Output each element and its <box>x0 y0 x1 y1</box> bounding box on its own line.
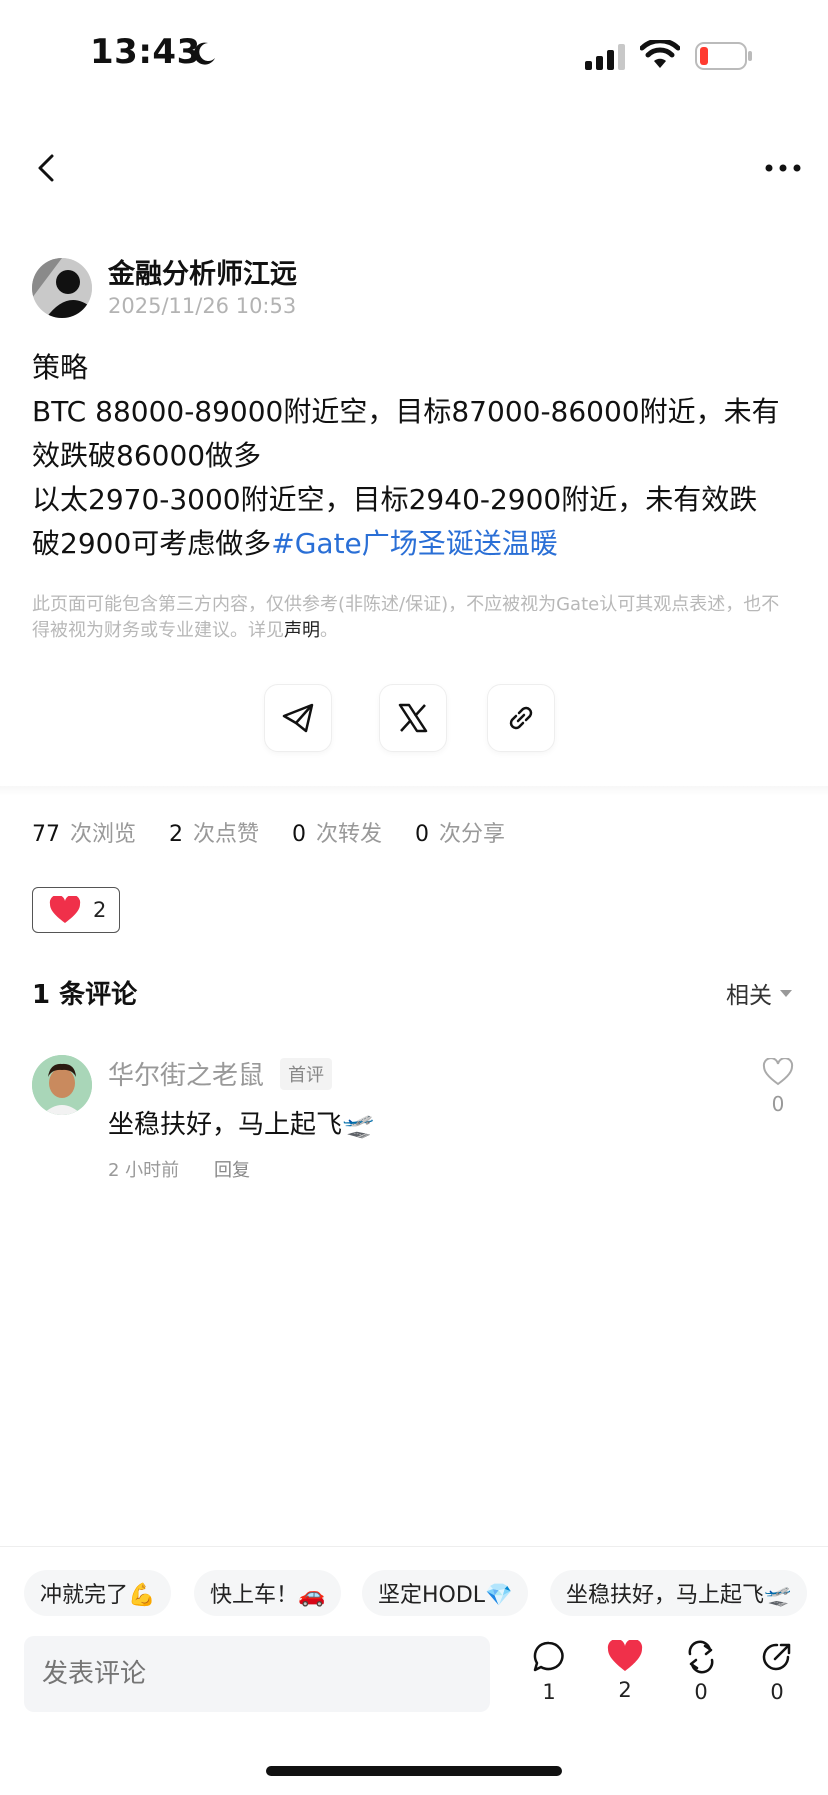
stat-likes-num: 2 <box>169 822 184 847</box>
stat-reposts-num: 0 <box>292 822 307 847</box>
post-time: 2025/11/26 10:53 <box>108 294 297 318</box>
comment-action-button[interactable]: 1 <box>522 1640 576 1704</box>
wifi-icon <box>640 40 680 68</box>
heart-icon <box>49 896 81 923</box>
quick-reply-chip[interactable]: 坚定HODL💎 <box>362 1570 529 1616</box>
content-line-last: 破2900可考虑做多#Gate广场圣诞送温暖 <box>32 522 792 566</box>
heart-icon <box>607 1640 643 1671</box>
section-divider <box>0 786 828 796</box>
share-telegram-button[interactable] <box>264 684 332 752</box>
stat-reposts-label: 次转发 <box>316 822 383 847</box>
stat-likes: 2 次点赞 <box>169 822 259 847</box>
moon-icon <box>193 42 215 65</box>
back-button[interactable] <box>32 148 64 188</box>
comment-like-count: 0 <box>771 1092 785 1116</box>
stat-shares-num: 0 <box>415 822 430 847</box>
share-action-button[interactable]: 0 <box>750 1640 804 1704</box>
disclaimer-link[interactable]: 声明 <box>284 620 320 641</box>
share-icon <box>762 1643 791 1671</box>
stat-views: 77 次浏览 <box>32 822 136 847</box>
reply-button[interactable]: 回复 <box>214 1156 250 1182</box>
content-line: 效跌破86000做多 <box>32 439 262 472</box>
commenter-name[interactable]: 华尔街之老鼠 <box>108 1055 264 1092</box>
sort-label: 相关 <box>726 983 772 1009</box>
author-avatar[interactable] <box>32 258 92 318</box>
content-line: BTC 88000-89000附近空，目标87000-86000附近，未有 <box>32 395 780 428</box>
post-stats: 77 次浏览 2 次点赞 0 次转发 0 次分享 <box>32 816 531 848</box>
stat-reposts: 0 次转发 <box>292 822 382 847</box>
disclaimer-end: 。 <box>320 620 338 641</box>
quick-reply-chip[interactable]: 冲就完了💪 <box>24 1570 172 1616</box>
content-line-text: 破2900可考虑做多 <box>32 527 272 560</box>
link-icon <box>509 706 533 730</box>
status-time: 13:43 <box>90 32 201 72</box>
comment-input[interactable] <box>24 1636 490 1712</box>
commenter-avatar[interactable] <box>32 1055 92 1115</box>
stat-views-num: 77 <box>32 822 60 847</box>
comment-like-icon[interactable] <box>762 1058 794 1086</box>
more-options-icon[interactable] <box>762 152 804 184</box>
comments-title: 1 条评论 <box>32 980 138 1010</box>
quick-reply-chip[interactable]: 快上车！🚗 <box>194 1570 342 1616</box>
comment-time: 2 小时前 <box>108 1160 180 1181</box>
stat-views-label: 次浏览 <box>70 822 137 847</box>
home-indicator <box>266 1766 562 1776</box>
signal-icon <box>585 44 625 70</box>
stat-shares: 0 次分享 <box>415 822 505 847</box>
copy-link-button[interactable] <box>487 684 555 752</box>
content-line: 以太2970-3000附近空，目标2940-2900附近，未有效跌 <box>32 483 758 516</box>
like-reaction-count: 2 <box>93 898 107 922</box>
caret-down-icon <box>780 989 792 997</box>
content-line: 策略 <box>32 351 89 384</box>
repost-icon <box>688 1640 714 1674</box>
post-content: 策略 BTC 88000-89000附近空，目标87000-86000附近，未有… <box>32 346 792 566</box>
like-count: 2 <box>618 1678 632 1702</box>
status-bar: 13:43 <box>0 0 828 110</box>
stat-shares-label: 次分享 <box>439 822 506 847</box>
comment-icon <box>533 1641 564 1672</box>
disclaimer: 此页面可能包含第三方内容，仅供参考(非陈述/保证)，不应被视为Gate认可其观点… <box>32 592 782 644</box>
battery-icon <box>695 42 752 70</box>
author-name[interactable]: 金融分析师江远 <box>108 252 297 291</box>
hashtag-link[interactable]: #Gate广场圣诞送温暖 <box>271 527 558 560</box>
like-reaction-button[interactable]: 2 <box>32 887 120 933</box>
comment-text: 坐稳扶好，马上起飞🛫 <box>108 1110 375 1140</box>
bottom-divider <box>0 1546 828 1547</box>
share-count: 0 <box>770 1680 784 1704</box>
repost-count: 0 <box>694 1680 708 1704</box>
telegram-icon <box>282 703 314 733</box>
disclaimer-text: 此页面可能包含第三方内容，仅供参考(非陈述/保证)，不应被视为Gate认可其观点… <box>32 594 780 641</box>
first-comment-badge: 首评 <box>280 1058 332 1090</box>
share-row <box>0 684 828 752</box>
quick-reply-row: 冲就完了💪 快上车！🚗 坚定HODL💎 坐稳扶好，马上起飞🛫 <box>24 1570 828 1616</box>
sort-dropdown[interactable]: 相关 <box>726 976 792 1010</box>
like-action-button[interactable]: 2 <box>598 1640 652 1702</box>
share-x-button[interactable] <box>379 684 447 752</box>
quick-reply-chip[interactable]: 坐稳扶好，马上起飞🛫 <box>550 1570 808 1616</box>
stat-likes-label: 次点赞 <box>193 822 260 847</box>
comment-count: 1 <box>542 1680 556 1704</box>
repost-action-button[interactable]: 0 <box>674 1640 728 1704</box>
x-icon <box>398 703 428 733</box>
